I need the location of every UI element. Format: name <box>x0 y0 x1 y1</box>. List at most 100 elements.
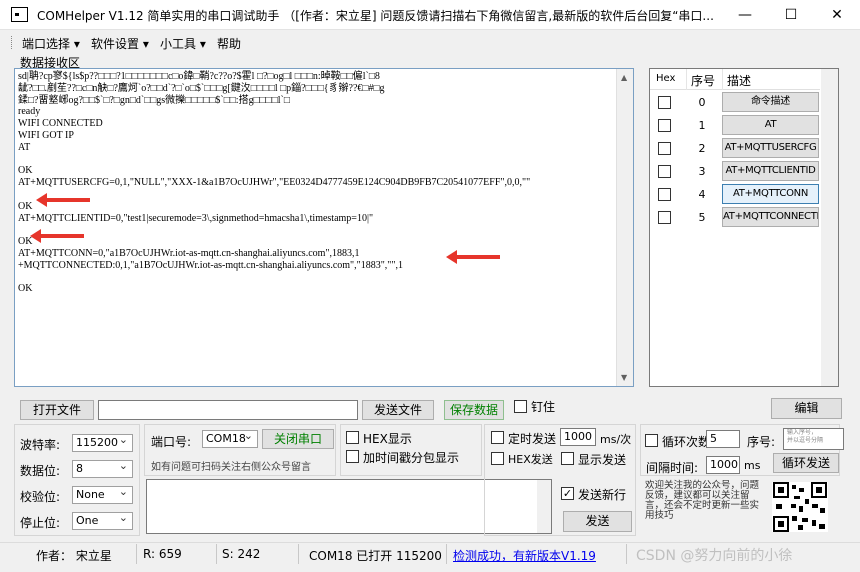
receive-line: AT <box>18 141 31 153</box>
hex-display-label: HEX显示 <box>363 432 412 446</box>
timed-send-checkbox[interactable] <box>491 431 504 444</box>
save-data-button[interactable]: 保存数据 <box>444 400 504 420</box>
menu-software-settings[interactable]: 软件设置 ▾ <box>91 35 149 52</box>
header-divider <box>722 69 723 90</box>
receive-line <box>15 272 615 284</box>
receive-line: OK <box>18 236 33 248</box>
menu-help[interactable]: 帮助 <box>217 35 241 52</box>
seq-input[interactable]: 输入序号， 并以逗号分隔 <box>783 428 844 450</box>
port-select[interactable]: COM18 <box>202 428 258 448</box>
timed-send-label: 定时发送 <box>508 432 557 446</box>
command-row: 3 AT+MQTTCLIENTID <box>650 160 838 183</box>
minimize-button[interactable]: — <box>722 0 768 30</box>
command-hex-checkbox[interactable] <box>658 119 671 132</box>
timestamp-checkbox[interactable] <box>346 450 359 463</box>
parity-select[interactable]: None <box>72 484 133 504</box>
header-hex: Hex <box>656 73 676 84</box>
command-list-header: Hex 序号 描述 <box>650 69 820 90</box>
command-button[interactable]: AT+MQTTCLIENTID <box>722 161 819 181</box>
close-button[interactable]: ✕ <box>814 0 860 30</box>
seq-label: 序号: <box>747 435 776 449</box>
port-label: 端口号: <box>151 435 192 449</box>
status-separator <box>136 544 137 564</box>
send-newline-checkbox[interactable]: ✓ <box>561 487 574 500</box>
command-index: 2 <box>698 142 706 155</box>
command-button[interactable]: AT+MQTTCONN <box>722 184 819 204</box>
update-link[interactable]: 检测成功，有新版本V1.19 <box>453 547 596 564</box>
pin-checkbox[interactable] <box>514 400 527 413</box>
status-rx-count: R: 659 <box>143 547 182 561</box>
loop-count-input[interactable]: 5 <box>706 430 740 448</box>
status-separator <box>446 544 447 564</box>
receive-line: 龇?□□.剷苼??□c□n觖□?鷹炣`o?□□d`?□`o□$`□□□g[鍵汷□… <box>18 82 385 94</box>
menu-port-select[interactable]: 端口选择 ▾ <box>22 35 80 52</box>
menu-tools[interactable]: 小工具 ▾ <box>160 35 206 52</box>
receive-line: AT+MQTTCONN=0,"a1B7OcUJHWr.iot-as-mqtt.c… <box>18 247 360 259</box>
baud-label: 波特率: <box>20 438 61 452</box>
show-send-checkbox[interactable] <box>561 452 574 465</box>
receive-line: +MQTTCONNECTED:0,1,"a1B7OcUJHWr.iot-as-m… <box>18 259 403 271</box>
receive-textarea[interactable]: sd|聃?cp寥${ls$p??□□□?1□□□□□□□c□o鍏□鞘?c??o?… <box>14 68 634 387</box>
command-button[interactable]: AT+MQTTCONNECTED <box>722 207 819 227</box>
qr-code <box>772 482 828 532</box>
status-separator <box>216 544 217 564</box>
stopbits-select[interactable]: One <box>72 510 133 530</box>
command-row: 0 命令描述 <box>650 91 838 114</box>
command-hex-checkbox[interactable] <box>658 142 671 155</box>
maximize-button[interactable]: ☐ <box>768 0 814 30</box>
hex-send-label: HEX发送 <box>508 453 553 466</box>
annotation-arrow-2 <box>30 229 84 243</box>
file-path-input[interactable] <box>98 400 358 420</box>
command-index: 0 <box>698 96 706 109</box>
receive-line: WIFI GOT IP <box>18 129 74 141</box>
command-row: 4 AT+MQTTCONN <box>650 183 838 206</box>
window-title: COMHelper V1.12 简单实用的串口调试助手 （[作者：宋立星] 问题… <box>37 9 714 23</box>
scroll-down-icon[interactable]: ▼ <box>621 373 627 382</box>
title-bar: COMHelper V1.12 简单实用的串口调试助手 （[作者：宋立星] 问题… <box>0 0 860 30</box>
receive-line: OK <box>18 283 33 295</box>
receive-line <box>15 189 615 201</box>
edit-button[interactable]: 编辑 <box>771 398 842 419</box>
receive-line <box>15 224 615 236</box>
interval-input[interactable]: 1000 <box>706 456 740 474</box>
stopbits-label: 停止位: <box>20 516 61 530</box>
loop-count-checkbox[interactable] <box>645 434 658 447</box>
loop-send-button[interactable]: 循环发送 <box>773 453 839 473</box>
receive-line: sd|聃?cp寥${ls$p??□□□?1□□□□□□□c□o鍏□鞘?c??o?… <box>18 71 380 82</box>
scroll-up-icon[interactable]: ▲ <box>621 73 627 82</box>
status-separator <box>626 544 627 564</box>
command-button[interactable]: 命令描述 <box>722 92 819 112</box>
command-list-scrollbar[interactable] <box>821 69 838 386</box>
timed-interval-input[interactable]: 1000 <box>560 428 596 446</box>
command-button[interactable]: AT+MQTTUSERCFG <box>722 138 819 158</box>
command-row: 1 AT <box>650 114 838 137</box>
command-index: 4 <box>698 188 706 201</box>
close-port-button[interactable]: 关闭串口 <box>262 429 334 449</box>
command-index: 1 <box>698 119 706 132</box>
command-hex-checkbox[interactable] <box>658 188 671 201</box>
send-button[interactable]: 发送 <box>563 511 632 532</box>
baud-select[interactable]: 115200 <box>72 432 133 452</box>
send-file-button[interactable]: 发送文件 <box>362 400 434 420</box>
command-hex-checkbox[interactable] <box>658 165 671 178</box>
loop-count-label: 循环次数 <box>662 435 711 449</box>
receive-line: ready <box>18 106 41 118</box>
receive-line: WIFI CONNECTED <box>18 118 103 130</box>
receive-line: OK <box>18 165 33 177</box>
command-row: 2 AT+MQTTUSERCFG <box>650 137 838 160</box>
header-desc: 描述 <box>727 74 752 88</box>
databits-select[interactable]: 8 <box>72 458 133 478</box>
command-hex-checkbox[interactable] <box>658 96 671 109</box>
hex-display-checkbox[interactable] <box>346 431 359 444</box>
command-button[interactable]: AT <box>722 115 819 135</box>
interval-label: 间隔时间: <box>646 461 699 475</box>
hex-send-checkbox[interactable] <box>491 452 504 465</box>
status-tx-count: S: 242 <box>222 547 261 561</box>
pin-label: 钉住 <box>531 400 556 414</box>
open-file-button[interactable]: 打开文件 <box>20 400 94 420</box>
receive-scrollbar[interactable]: ▲ ▼ <box>616 69 633 386</box>
command-hex-checkbox[interactable] <box>658 211 671 224</box>
header-index: 序号 <box>691 74 716 88</box>
parity-label: 校验位: <box>20 490 61 504</box>
databits-label: 数据位: <box>20 464 61 478</box>
